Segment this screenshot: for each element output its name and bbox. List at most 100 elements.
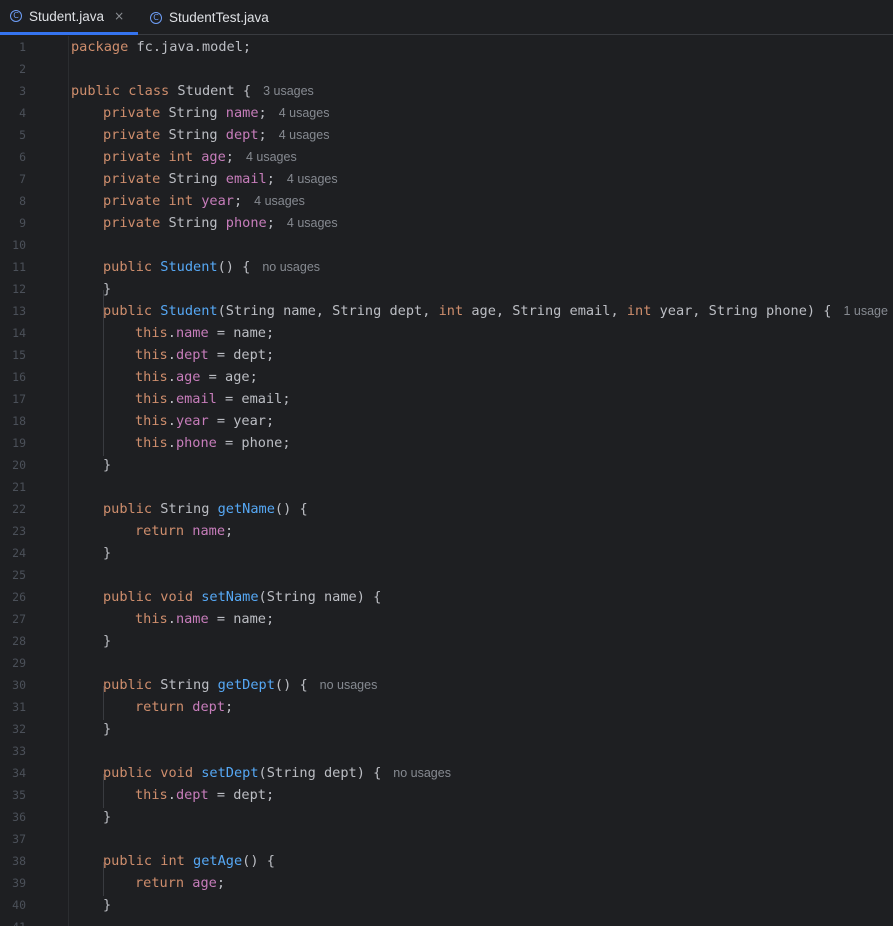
code-token: ; <box>225 523 234 539</box>
code-token: } <box>103 281 112 297</box>
line-number: 14 <box>12 326 26 340</box>
code-token: this <box>135 325 168 341</box>
code-line[interactable]: 29 <box>0 652 893 674</box>
code-line[interactable]: 34 public void setDept(String dept) {no u… <box>0 762 893 784</box>
code-line[interactable]: 6 private int age; 4 usages <box>0 146 893 168</box>
code-line[interactable]: 2 <box>0 58 893 80</box>
line-number: 5 <box>19 128 26 142</box>
line-number: 26 <box>12 590 26 604</box>
code-editor[interactable]: 1 package fc.java.model; 2 3 public class St… <box>0 36 893 926</box>
code-token: this <box>135 347 168 363</box>
code-line[interactable]: 16 this.age = age; <box>0 366 893 388</box>
code-line[interactable]: 20} <box>0 454 893 476</box>
usages-hint[interactable]: 4 usages <box>279 128 330 142</box>
code-token: String <box>152 501 218 517</box>
close-icon[interactable]: × <box>114 9 124 23</box>
code-line[interactable]: 4 private String name; 4 usages <box>0 102 893 124</box>
code-line[interactable]: 27 this.name = name; <box>0 608 893 630</box>
usages-hint[interactable]: 4 usages <box>279 106 330 120</box>
code-line[interactable]: 35 this.dept = dept; <box>0 784 893 806</box>
usages-hint[interactable]: 3 usages <box>263 84 314 98</box>
line-number: 41 <box>0 916 26 926</box>
editor-tab-bar: C Student.java × C StudentTest.java <box>0 0 893 35</box>
line-number: 4 <box>19 106 26 120</box>
code-token: } <box>103 457 112 473</box>
code-token: String <box>160 171 226 187</box>
usages-hint[interactable]: 4 usages <box>287 172 338 186</box>
code-line[interactable]: 39 return age; <box>0 872 893 894</box>
usages-hint[interactable]: no usages <box>320 678 378 692</box>
code-line[interactable]: 3 public class Student {3 usages <box>0 80 893 102</box>
code-line[interactable]: 17 this.email = email; <box>0 388 893 410</box>
code-line[interactable]: 7 private String email; 4 usages <box>0 168 893 190</box>
usages-hint[interactable]: 4 usages <box>246 150 297 164</box>
code-token: year, String phone) { <box>651 303 832 319</box>
code-line[interactable]: 30 public String getDept() {no usages <box>0 674 893 696</box>
code-text: public int getAge() { <box>103 850 275 872</box>
usages-hint[interactable]: 4 usages <box>287 216 338 230</box>
code-token: return <box>135 523 185 539</box>
tab-studenttest-java[interactable]: C StudentTest.java <box>150 0 269 35</box>
code-line[interactable]: 10 <box>0 234 893 256</box>
code-token: (String dept) { <box>258 765 382 781</box>
code-token: email <box>175 391 217 407</box>
usages-hint[interactable]: 1 usage <box>843 304 887 318</box>
code-token: private <box>103 171 161 187</box>
code-text: } <box>103 278 111 300</box>
line-number: 23 <box>12 524 26 538</box>
code-line[interactable]: 8 private int year; 4 usages <box>0 190 893 212</box>
code-text: } <box>103 718 111 740</box>
code-line[interactable]: 36} <box>0 806 893 828</box>
code-line[interactable]: 1 package fc.java.model; <box>0 36 893 58</box>
line-number: 11 <box>12 260 26 274</box>
code-line[interactable]: 15 this.dept = dept; <box>0 344 893 366</box>
code-line[interactable]: 38 public int getAge() { <box>0 850 893 872</box>
code-line[interactable]: 12} <box>0 278 893 300</box>
code-line[interactable]: 9 private String phone; 4 usages <box>0 212 893 234</box>
code-line[interactable]: 26 public void setName(String name) { <box>0 586 893 608</box>
code-line[interactable]: 22 public String getName() { <box>0 498 893 520</box>
usages-hint[interactable]: no usages <box>393 766 451 780</box>
code-token: setName <box>201 589 259 605</box>
line-number: 29 <box>12 656 26 670</box>
code-line[interactable]: 14 this.name = name; <box>0 322 893 344</box>
code-token: this <box>135 391 168 407</box>
code-token: name <box>175 325 209 341</box>
line-number: 16 <box>12 370 26 384</box>
code-line[interactable]: 19 this.phone = phone; <box>0 432 893 454</box>
code-line[interactable]: 5 private String dept; 4 usages <box>0 124 893 146</box>
code-line[interactable]: 18 this.year = year; <box>0 410 893 432</box>
code-line[interactable]: 24} <box>0 542 893 564</box>
code-token: () { <box>217 259 251 275</box>
code-line[interactable]: 13 public Student(String name, String dep… <box>0 300 893 322</box>
code-line[interactable]: 37 <box>0 828 893 850</box>
code-line[interactable]: 40} <box>0 894 893 916</box>
line-number: 12 <box>12 282 26 296</box>
code-line[interactable]: 28} <box>0 630 893 652</box>
line-number: 21 <box>12 480 26 494</box>
code-line[interactable]: 41 <box>0 916 893 926</box>
code-text: private String name; 4 usages <box>103 102 329 124</box>
code-line[interactable]: 11 public Student() {no usages <box>0 256 893 278</box>
tab-student-java[interactable]: C Student.java × <box>0 0 138 35</box>
code-line[interactable]: 31 return dept; <box>0 696 893 718</box>
class-c-icon: C <box>10 10 22 22</box>
code-line[interactable]: 23 return name; <box>0 520 893 542</box>
line-number: 8 <box>19 194 26 208</box>
code-text: package fc.java.model; <box>71 36 251 58</box>
line-number: 33 <box>12 744 26 758</box>
usages-hint[interactable]: no usages <box>262 260 320 274</box>
code-line[interactable]: 21 <box>0 476 893 498</box>
code-line[interactable]: 33 <box>0 740 893 762</box>
code-token: ; <box>258 105 267 121</box>
usages-hint[interactable]: 4 usages <box>254 194 305 208</box>
code-text: public Student(String name, String dept,… <box>103 300 888 322</box>
code-line[interactable]: 32} <box>0 718 893 740</box>
code-token: () { <box>274 501 308 517</box>
code-line[interactable]: 25 <box>0 564 893 586</box>
code-token: public void <box>103 765 194 781</box>
code-token: ; <box>225 699 234 715</box>
tab-label: StudentTest.java <box>169 10 269 25</box>
